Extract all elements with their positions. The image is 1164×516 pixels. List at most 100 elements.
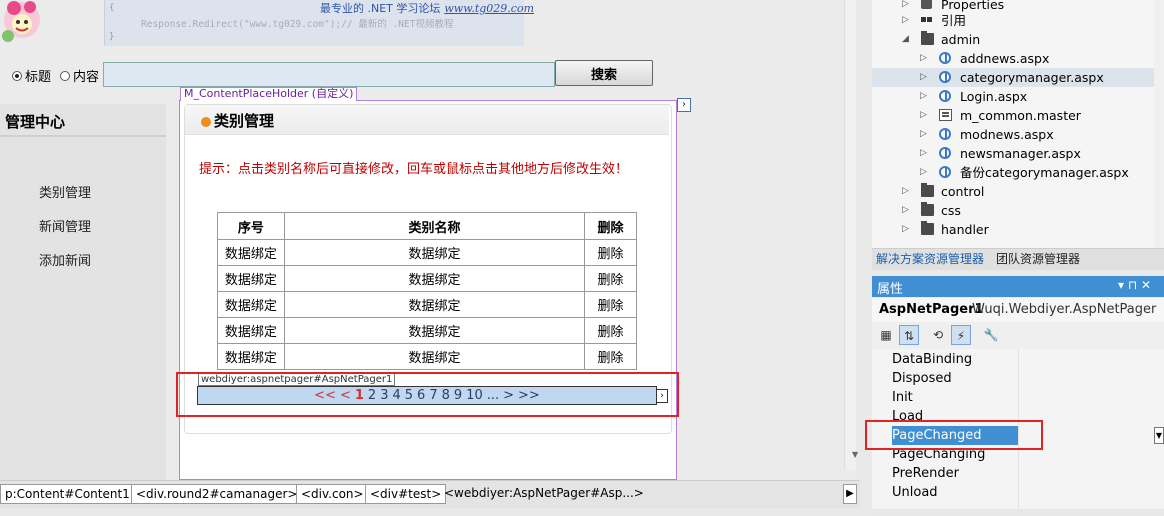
tree-item-label: m_common.master — [960, 108, 1081, 123]
collapsed-arrow-icon[interactable]: ▷ — [920, 106, 927, 125]
events-lightning-icon[interactable]: ⚡ — [951, 325, 971, 345]
edit-tip-text: 提示：点击类别名称后可直接修改，回车或鼠标点击其他地方后修改生效！ — [199, 162, 629, 177]
tree-item-addnews[interactable]: ▷ addnews.aspx — [872, 49, 1154, 68]
orange-bullet-icon — [201, 117, 211, 127]
smart-tag-arrow-icon[interactable]: › — [677, 98, 691, 112]
event-databinding[interactable]: DataBinding — [892, 350, 972, 369]
event-init[interactable]: Init — [892, 388, 913, 407]
tree-item-references[interactable]: ▷ 引用 — [872, 11, 1154, 30]
grid-cell-delete[interactable]: 删除 — [584, 265, 637, 292]
tree-item-categorymanager[interactable]: ▷ categorymanager.aspx — [872, 68, 1154, 87]
properties-window-controls[interactable]: ▾ ⊓ ✕ — [1118, 278, 1151, 292]
folder-icon — [921, 202, 934, 216]
scroll-down-icon[interactable]: ▼ — [852, 450, 858, 459]
grid-cell-name[interactable]: 数据绑定 — [283, 265, 586, 292]
grid-cell-delete[interactable]: 删除 — [584, 291, 637, 318]
tree-item-css[interactable]: ▷ css — [872, 201, 1154, 220]
tree-item-label: 备份categorymanager.aspx — [960, 165, 1129, 180]
web-page-icon — [939, 166, 951, 178]
event-unload[interactable]: Unload — [892, 483, 938, 502]
left-link-news[interactable]: 新闻管理 — [39, 216, 91, 235]
collapsed-arrow-icon[interactable]: ▷ — [920, 87, 927, 106]
left-menu-title: 管理中心 — [5, 113, 66, 131]
properties-icon — [921, 0, 932, 9]
radio-title[interactable]: 标题 — [12, 66, 51, 85]
collapsed-arrow-icon[interactable]: ▷ — [920, 125, 927, 144]
table-row: 数据绑定 数据绑定 删除 — [217, 343, 637, 370]
collapsed-arrow-icon[interactable]: ▷ — [902, 201, 909, 220]
collapsed-arrow-icon[interactable]: ▷ — [920, 49, 927, 68]
alphabetical-icon[interactable]: ⇅ — [899, 325, 919, 345]
tree-item-label: newsmanager.aspx — [960, 146, 1081, 161]
web-page-icon — [939, 147, 951, 159]
properties-object-selector[interactable]: AspNetPager1 Wuqi.Webdiyer.AspNetPager — [872, 298, 1164, 322]
grid-cell-delete[interactable]: 删除 — [584, 343, 637, 370]
brace-open: { — [109, 3, 115, 13]
properties-view-icon[interactable]: ⟲ — [928, 325, 948, 345]
left-menu-panel — [0, 104, 166, 480]
search-button[interactable]: 搜索 — [555, 60, 653, 86]
tree-item-control[interactable]: ▷ control — [872, 182, 1154, 201]
object-name: AspNetPager1 — [879, 302, 984, 317]
left-link-add-news[interactable]: 添加新闻 — [39, 250, 91, 269]
radio-unselected-icon — [60, 70, 70, 81]
categorized-icon[interactable]: ▦ — [876, 325, 896, 345]
pager-annotation-box — [176, 372, 679, 417]
property-pages-wrench-icon[interactable]: 🔧 — [981, 325, 1001, 345]
crumb-con[interactable]: <div.con> — [296, 484, 369, 504]
grid-cell-delete[interactable]: 删除 — [584, 317, 637, 344]
object-type: Wuqi.Webdiyer.AspNetPager — [972, 302, 1157, 317]
collapsed-arrow-icon[interactable]: ▷ — [902, 220, 909, 239]
grid-cell-id: 数据绑定 — [217, 317, 285, 344]
tree-item-m-common-master[interactable]: ▷ m_common.master — [872, 106, 1154, 125]
left-link-category[interactable]: 类别管理 — [39, 182, 91, 201]
collapsed-arrow-icon[interactable]: ▷ — [920, 163, 927, 182]
search-input[interactable] — [103, 62, 555, 87]
properties-description-area — [872, 509, 1164, 516]
tree-item-newsmanager[interactable]: ▷ newsmanager.aspx — [872, 144, 1154, 163]
banner-code-line: Response.Redirect("www.tg029.com");// 最新… — [141, 19, 454, 30]
tree-item-login[interactable]: ▷ Login.aspx — [872, 87, 1154, 106]
chevron-down-icon[interactable]: ▼ — [1154, 427, 1164, 444]
web-page-icon — [939, 71, 951, 83]
tagbar-scroll-right-icon[interactable]: ▶ — [843, 484, 857, 504]
grid-header-id: 序号 — [217, 212, 285, 240]
radio-content[interactable]: 内容 — [60, 66, 99, 85]
collapsed-arrow-icon[interactable]: ▷ — [902, 11, 909, 30]
tree-item-handler[interactable]: ▷ handler — [872, 220, 1154, 239]
tree-item-label: control — [941, 184, 985, 199]
web-page-icon — [939, 52, 951, 64]
category-box-title: 类别管理 — [214, 112, 275, 130]
tree-item-label: 引用 — [941, 13, 967, 28]
grid-cell-name[interactable]: 数据绑定 — [283, 343, 586, 370]
solution-vertical-scrollbar[interactable] — [1154, 0, 1164, 248]
tree-item-admin[interactable]: ◢ admin — [872, 30, 1154, 49]
crumb-round2[interactable]: <div.round2#camanager> — [131, 484, 303, 504]
crumb-pager[interactable]: <webdiyer:AspNetPager#Asp...> — [440, 484, 648, 504]
folder-icon — [921, 221, 934, 235]
tree-item-label: modnews.aspx — [960, 127, 1054, 142]
tree-item-modnews[interactable]: ▷ modnews.aspx — [872, 125, 1154, 144]
folder-icon — [921, 31, 934, 45]
crumb-content[interactable]: p:Content#Content1> — [0, 484, 145, 504]
collapsed-arrow-icon[interactable]: ▷ — [920, 144, 927, 163]
design-vertical-scrollbar[interactable] — [844, 0, 856, 470]
tab-solution-explorer[interactable]: 解决方案资源管理器 — [876, 250, 984, 267]
grid-header-name: 类别名称 — [283, 212, 586, 240]
event-prerender[interactable]: PreRender — [892, 464, 959, 483]
tab-team-explorer[interactable]: 团队资源管理器 — [996, 250, 1080, 267]
banner-url[interactable]: www.tg029.com — [444, 2, 534, 15]
crumb-test[interactable]: <div#test> — [365, 484, 447, 504]
folder-icon — [921, 183, 934, 197]
event-disposed[interactable]: Disposed — [892, 369, 952, 388]
left-menu-divider — [0, 135, 166, 137]
tree-item-backup-categorymanager[interactable]: ▷ 备份categorymanager.aspx — [872, 163, 1154, 182]
grid-cell-name[interactable]: 数据绑定 — [283, 239, 586, 266]
grid-cell-name[interactable]: 数据绑定 — [283, 317, 586, 344]
grid-cell-name[interactable]: 数据绑定 — [283, 291, 586, 318]
collapsed-arrow-icon[interactable]: ▷ — [920, 68, 927, 87]
collapsed-arrow-icon[interactable]: ▷ — [902, 182, 909, 201]
grid-cell-delete[interactable]: 删除 — [584, 239, 637, 266]
radio-title-label: 标题 — [25, 70, 52, 85]
expanded-arrow-icon[interactable]: ◢ — [902, 30, 909, 49]
